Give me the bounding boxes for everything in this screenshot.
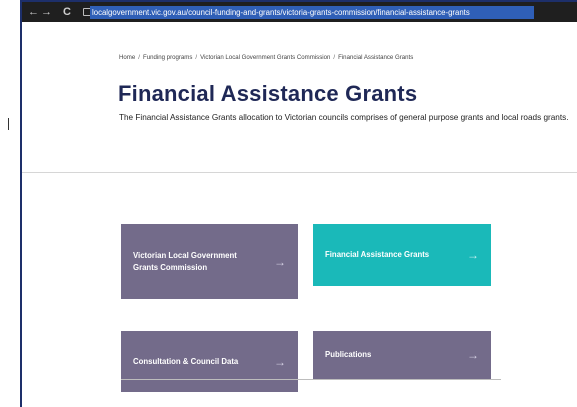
breadcrumb-separator: / bbox=[195, 54, 198, 61]
left-margin bbox=[0, 0, 20, 407]
browser-toolbar: ← → C localgovernment.vic.gov.au/council… bbox=[22, 2, 577, 22]
arrow-right-icon: → bbox=[274, 254, 286, 269]
tile-consultation-council-data[interactable]: Consultation & Council Data → bbox=[121, 331, 298, 392]
edge-marker bbox=[2, 118, 9, 130]
bottom-divider bbox=[121, 379, 501, 380]
browser-window: ← → C localgovernment.vic.gov.au/council… bbox=[20, 0, 577, 407]
tile-label: Financial Assistance Grants bbox=[325, 250, 430, 260]
breadcrumb-home[interactable]: Home bbox=[119, 54, 135, 61]
breadcrumb: Home / Funding programs / Victorian Local Go… bbox=[119, 54, 413, 61]
tile-financial-assistance-grants[interactable]: Financial Assistance Grants → bbox=[313, 224, 491, 286]
breadcrumb-funding-programs[interactable]: Funding programs bbox=[143, 54, 192, 61]
section-divider bbox=[22, 172, 577, 173]
breadcrumb-current-page: Financial Assistance Grants bbox=[338, 54, 414, 61]
page-description: The Financial Assistance Grants allocati… bbox=[119, 113, 569, 122]
breadcrumb-separator: / bbox=[333, 54, 336, 61]
arrow-right-icon: → bbox=[467, 248, 479, 262]
tile-label: Victorian Local Government Grants Commis… bbox=[133, 251, 237, 272]
breadcrumb-separator: / bbox=[138, 54, 140, 61]
tile-label: Publications bbox=[325, 350, 372, 360]
tile-grants-commission[interactable]: Victorian Local Government Grants Commis… bbox=[121, 224, 298, 299]
tile-label: Consultation & Council Data bbox=[133, 356, 239, 366]
arrow-right-icon: → bbox=[274, 354, 286, 369]
back-arrow-icon[interactable]: ← bbox=[28, 5, 39, 19]
address-bar-url[interactable]: localgovernment.vic.gov.au/council-fundi… bbox=[92, 6, 470, 19]
page-title: Financial Assistance Grants bbox=[118, 81, 418, 106]
arrow-right-icon: → bbox=[467, 348, 479, 362]
breadcrumb-grants-commission[interactable]: Victorian Local Government Grants Commis… bbox=[200, 54, 330, 61]
reload-icon[interactable]: C bbox=[63, 5, 71, 19]
forward-arrow-icon[interactable]: → bbox=[41, 5, 52, 19]
tile-publications[interactable]: Publications → bbox=[313, 331, 491, 379]
